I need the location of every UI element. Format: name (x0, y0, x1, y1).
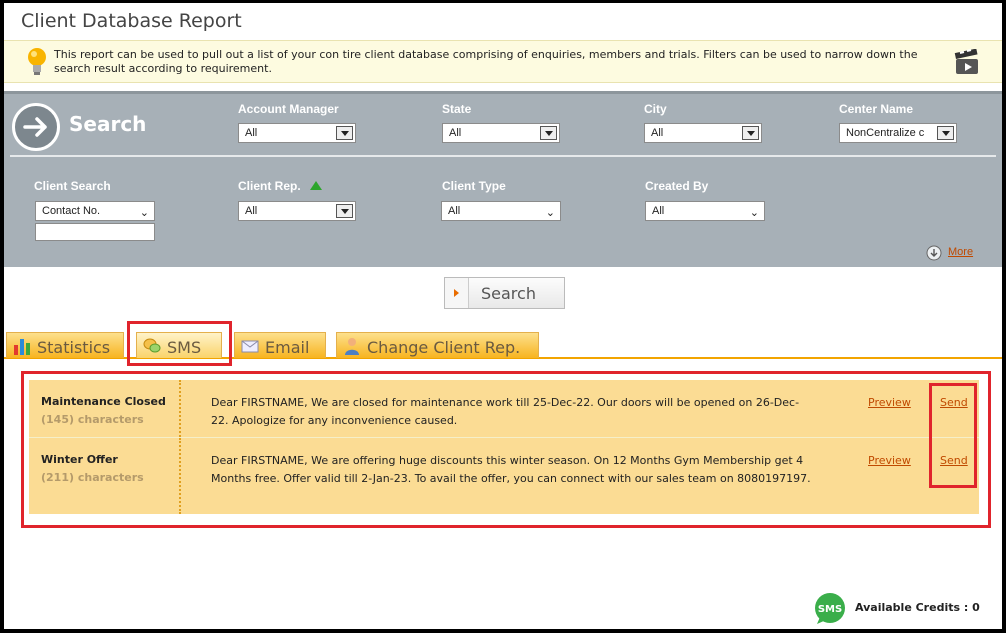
center-name-label: Center Name (839, 102, 914, 116)
triangle-up-icon[interactable] (310, 181, 322, 190)
city-select[interactable]: All (644, 123, 762, 143)
center-name-value: NonCentralize c (846, 127, 925, 139)
chevron-down-icon[interactable]: ⌄ (140, 204, 149, 220)
info-text: This report can be used to pull out a li… (54, 48, 918, 75)
tab-label: Statistics (37, 338, 111, 357)
city-label: City (644, 102, 667, 116)
client-search-input[interactable] (35, 223, 155, 241)
credits-indicator: SMS Available Credits : 0 (812, 593, 992, 625)
state-label: State (442, 102, 472, 116)
dropdown-arrow-icon[interactable] (336, 204, 353, 218)
created-by-label: Created By (645, 179, 709, 193)
video-clapper-icon[interactable] (954, 49, 980, 76)
sms-badge-icon: SMS (815, 593, 845, 624)
more-link[interactable]: More (948, 246, 973, 258)
city-value: All (651, 127, 664, 139)
lightbulb-icon (28, 48, 46, 75)
tab-statistics[interactable]: Statistics (6, 332, 124, 358)
sms-badge-label: SMS (818, 604, 842, 615)
dropdown-arrow-icon[interactable] (540, 126, 557, 140)
client-rep-label: Client Rep. (238, 179, 301, 193)
account-manager-select[interactable]: All (238, 123, 356, 143)
person-icon (345, 338, 359, 355)
state-value: All (449, 127, 462, 139)
dropdown-arrow-icon[interactable] (336, 126, 353, 140)
center-name-select[interactable]: NonCentralize c (839, 123, 957, 143)
account-manager-label: Account Manager (238, 102, 339, 116)
dropdown-arrow-icon[interactable] (937, 126, 954, 140)
client-search-select[interactable]: Contact No. ⌄ (35, 201, 155, 221)
created-by-value: All (652, 205, 665, 217)
play-arrow-icon (445, 278, 469, 308)
account-manager-value: All (245, 127, 258, 139)
sms-tab-highlight (127, 321, 232, 366)
tab-change-client-rep[interactable]: Change Client Rep. (336, 332, 539, 358)
chevron-down-icon[interactable]: ⌄ (750, 204, 759, 220)
panel-divider (10, 155, 996, 157)
search-panel: Search Account Manager All State All Cit… (4, 91, 1002, 267)
search-arrow-icon[interactable] (12, 103, 60, 151)
client-rep-value: All (245, 205, 258, 217)
tab-label: Email (265, 338, 310, 357)
circle-arrow-down-icon[interactable] (926, 245, 942, 261)
bar-chart-icon (14, 339, 30, 355)
client-rep-select[interactable]: All (238, 201, 356, 221)
created-by-select[interactable]: All ⌄ (645, 201, 765, 221)
templates-highlight (21, 371, 991, 528)
client-search-value: Contact No. (42, 205, 101, 217)
report-window: Client Database Report This report can b… (4, 3, 1002, 629)
state-select[interactable]: All (442, 123, 560, 143)
search-button-label: Search (481, 284, 536, 303)
chevron-down-icon[interactable]: ⌄ (546, 204, 555, 220)
info-banner: This report can be used to pull out a li… (4, 40, 1002, 83)
search-panel-title: Search (69, 112, 147, 136)
client-type-select[interactable]: All ⌄ (441, 201, 561, 221)
client-type-value: All (448, 205, 461, 217)
envelope-icon (241, 340, 259, 353)
tab-label: Change Client Rep. (367, 338, 521, 357)
client-search-label: Client Search (34, 179, 111, 193)
dropdown-arrow-icon[interactable] (742, 126, 759, 140)
tab-email[interactable]: Email (234, 332, 326, 358)
search-button[interactable]: Search (444, 277, 565, 309)
available-credits: Available Credits : 0 (855, 601, 980, 614)
page-title: Client Database Report (21, 10, 242, 32)
send-column-highlight (929, 383, 977, 488)
client-type-label: Client Type (442, 179, 506, 193)
